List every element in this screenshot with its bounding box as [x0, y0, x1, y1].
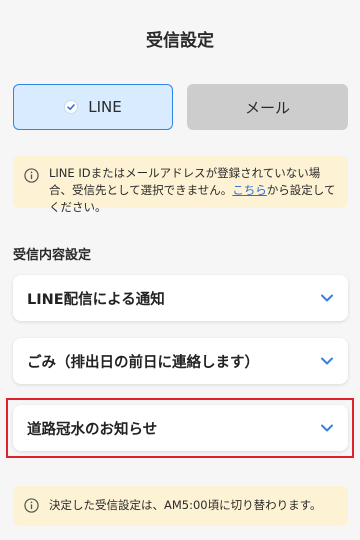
notice-text: 決定した受信設定は、AM5:00頃に切り替わります。: [49, 498, 322, 512]
switch-time-notice: 決定した受信設定は、AM5:00頃に切り替わります。: [13, 486, 348, 526]
chevron-down-icon: [320, 423, 334, 433]
accordion-line-notification[interactable]: LINE配信による通知: [13, 275, 348, 321]
section-label: 受信内容設定: [13, 248, 92, 263]
accordion-road-flooding[interactable]: 道路冠水のお知らせ: [13, 405, 348, 451]
chevron-down-icon: [320, 356, 334, 366]
accordion-garbage[interactable]: ごみ（排出日の前日に連絡します）: [13, 338, 348, 384]
mail-channel-button[interactable]: メール: [187, 84, 348, 130]
info-icon: [24, 498, 39, 518]
chevron-down-icon: [320, 293, 334, 303]
line-channel-label: LINE: [88, 98, 122, 116]
mail-channel-label: メール: [244, 98, 290, 117]
registration-notice: LINE IDまたはメールアドレスが登録されていない場合、受信先として選択できま…: [13, 156, 348, 214]
accordion-label: 道路冠水のお知らせ: [27, 421, 158, 438]
line-channel-button[interactable]: LINE: [13, 84, 173, 130]
check-icon: [64, 100, 79, 114]
accordion-label: ごみ（排出日の前日に連絡します）: [27, 354, 259, 371]
page-title: 受信設定: [146, 31, 214, 51]
settings-link[interactable]: こちら: [232, 183, 267, 197]
accordion-label: LINE配信による通知: [27, 291, 165, 308]
info-icon: [24, 168, 39, 188]
